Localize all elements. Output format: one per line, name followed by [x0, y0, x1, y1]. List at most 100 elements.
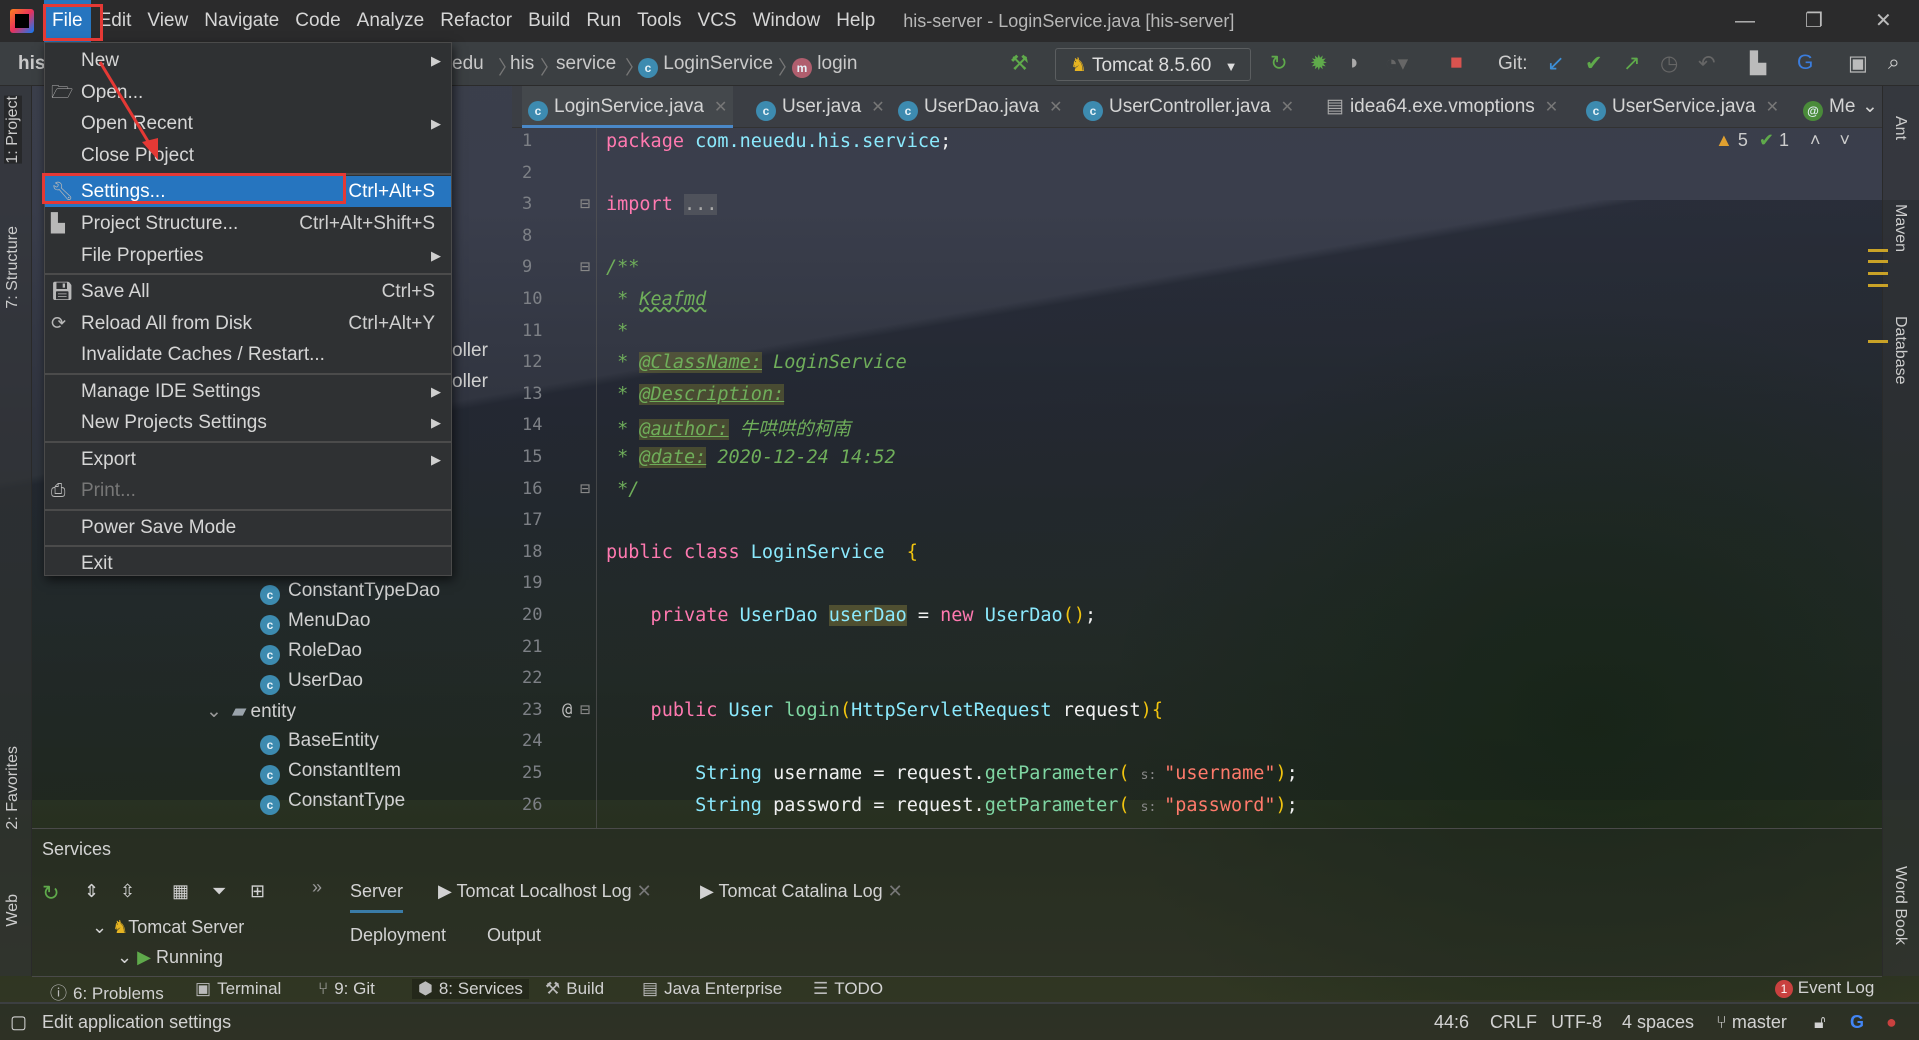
- tab-tomcat-catalina-log[interactable]: ▶ Tomcat Catalina Log ✕: [700, 881, 903, 902]
- tool-window-web[interactable]: Web: [4, 894, 22, 927]
- tab-server[interactable]: Server: [350, 881, 404, 913]
- menu-item-invalidate-caches-restart[interactable]: Invalidate Caches / Restart...: [45, 339, 451, 370]
- tab-user-java[interactable]: c User.java ✕: [750, 86, 891, 128]
- toggle-tool-windows-icon[interactable]: ▢: [10, 1012, 27, 1033]
- tool-window-word-book[interactable]: Word Book: [1891, 866, 1909, 945]
- menu-item-power-save-mode[interactable]: Power Save Mode: [45, 512, 451, 543]
- tool-window-build[interactable]: ⚒ Build: [545, 979, 604, 999]
- tree-folder-entity[interactable]: ⌄ ▰ entity: [206, 700, 296, 723]
- tree-item-BaseEntity[interactable]: c BaseEntity: [260, 730, 379, 755]
- menu-item-new-projects-settings[interactable]: New Projects Settings ▶: [45, 407, 451, 438]
- menu-refactor[interactable]: Refactor: [432, 0, 520, 42]
- close-icon[interactable]: ✕: [637, 881, 652, 901]
- indent-setting[interactable]: 4 spaces: [1622, 1012, 1694, 1033]
- tree-item-partial[interactable]: oller: [452, 340, 488, 362]
- code-line[interactable]: * @ClassName: LoginService: [606, 352, 907, 374]
- filter-icon[interactable]: ⏷: [212, 881, 226, 902]
- menu-file[interactable]: File: [44, 0, 91, 42]
- tree-item-partial[interactable]: oller: [452, 371, 488, 393]
- tool-window-database[interactable]: Database: [1891, 316, 1909, 385]
- menu-item-open[interactable]: 🗁︎ Open...: [45, 77, 451, 108]
- close-tab-icon[interactable]: ✕: [1281, 99, 1294, 116]
- menu-item-project-structure[interactable]: ▙ Project Structure... Ctrl+Alt+Shift+S: [45, 208, 451, 239]
- next-highlight-icon[interactable]: ˅: [1840, 130, 1851, 150]
- menu-analyze[interactable]: Analyze: [349, 0, 433, 42]
- menu-vcs[interactable]: VCS: [690, 0, 745, 42]
- tab-loginservice-java[interactable]: c LoginService.java ✕: [522, 86, 734, 128]
- breadcrumb-item[interactable]: edu: [452, 53, 484, 75]
- tab-tomcat-localhost-log[interactable]: ▶ Tomcat Localhost Log ✕: [438, 881, 652, 902]
- code-line[interactable]: /**: [606, 257, 639, 278]
- git-update-icon[interactable]: ↙: [1547, 51, 1565, 76]
- code-line[interactable]: String password = request.getParameter( …: [606, 795, 1298, 816]
- tab-userservice-java[interactable]: c UserService.java ✕: [1580, 86, 1785, 128]
- code-line[interactable]: public class LoginService {: [606, 542, 918, 563]
- menu-view[interactable]: View: [139, 0, 196, 42]
- tree-item-tomcat-server[interactable]: ⌄ ♞Tomcat Server: [92, 917, 244, 938]
- more-icon[interactable]: »: [312, 877, 322, 898]
- debug-icon[interactable]: ✹: [1310, 51, 1328, 76]
- menu-item-file-properties[interactable]: File Properties ▶: [45, 240, 451, 271]
- code-line[interactable]: String username = request.getParameter( …: [606, 763, 1298, 784]
- scroll-marker[interactable]: [1868, 260, 1888, 263]
- menu-run[interactable]: Run: [578, 0, 629, 42]
- minimize-button[interactable]: —: [1735, 0, 1755, 42]
- tool-window-java-enterprise[interactable]: ▤ Java Enterprise: [642, 979, 782, 999]
- subtab-deployment[interactable]: Deployment: [350, 925, 446, 946]
- git-history-icon[interactable]: ◷: [1660, 51, 1678, 76]
- scroll-marker[interactable]: [1868, 272, 1888, 275]
- menu-item-export[interactable]: Export ▶: [45, 444, 451, 475]
- caret-position[interactable]: 44:6: [1434, 1012, 1469, 1033]
- tool-window-maven[interactable]: Maven: [1891, 204, 1909, 252]
- menu-item-exit[interactable]: Exit: [45, 548, 451, 579]
- search-icon[interactable]: ⌕: [1888, 51, 1900, 75]
- lock-icon[interactable]: 🔓︎: [1814, 1012, 1826, 1033]
- tool-window-problems[interactable]: ⓘ 6: Problems: [50, 979, 164, 1004]
- close-window-button[interactable]: ✕: [1875, 0, 1892, 42]
- tool-window-structure[interactable]: 7: Structure: [4, 226, 22, 309]
- tool-window-git[interactable]: ⑂ 9: Git: [318, 979, 375, 999]
- tree-item-ConstantItem[interactable]: c ConstantItem: [260, 760, 401, 785]
- code-line[interactable]: package com.neuedu.his.service;: [606, 131, 951, 152]
- breadcrumb-method[interactable]: m login: [792, 53, 857, 78]
- breadcrumb-class[interactable]: c LoginService: [638, 53, 773, 78]
- git-rollback-icon[interactable]: ↶: [1698, 51, 1716, 76]
- breadcrumb-item[interactable]: his: [510, 53, 534, 75]
- tool-window-todo[interactable]: ☰ TODO: [813, 979, 883, 999]
- fold-marker-icon[interactable]: ⊟: [580, 479, 610, 499]
- git-push-icon[interactable]: ↗: [1623, 51, 1641, 76]
- code-line[interactable]: */: [606, 479, 639, 500]
- tab-idea64-exe-vmoptions[interactable]: ▤ idea64.exe.vmoptions ✕: [1320, 86, 1564, 128]
- git-commit-icon[interactable]: ✔: [1585, 51, 1603, 76]
- code-editor[interactable]: 1 package com.neuedu.his.service; 2 3 import…: [512, 128, 1882, 828]
- group-by-icon[interactable]: ▦: [172, 881, 189, 902]
- git-branch[interactable]: ⑂ master: [1716, 1012, 1787, 1033]
- menu-item-open-recent[interactable]: Open Recent ▶: [45, 108, 451, 139]
- menu-build[interactable]: Build: [520, 0, 578, 42]
- menu-edit[interactable]: Edit: [91, 0, 140, 42]
- rerun-icon[interactable]: ↻: [1270, 51, 1288, 76]
- code-line[interactable]: * @Description:: [606, 383, 785, 405]
- fold-marker-icon[interactable]: ⊟: [580, 257, 610, 277]
- previous-highlight-icon[interactable]: ˄: [1810, 130, 1821, 150]
- menu-item-new[interactable]: New ▶: [45, 45, 451, 76]
- breadcrumb-item[interactable]: service: [556, 53, 616, 75]
- menu-item-settings[interactable]: 🔧︎ Settings... Ctrl+Alt+S: [45, 176, 451, 207]
- tool-window-ant[interactable]: Ant: [1891, 116, 1909, 140]
- menu-item-save-all[interactable]: 💾︎ Save All Ctrl+S: [45, 276, 451, 307]
- tree-item-MenuDao[interactable]: c MenuDao: [260, 610, 370, 635]
- scroll-marker[interactable]: [1868, 284, 1888, 287]
- coverage-icon[interactable]: ◗: [1348, 51, 1361, 75]
- close-icon[interactable]: ✕: [888, 881, 903, 901]
- inspection-widget[interactable]: ▲ 5 ✔ 1 ˄ ˅: [1715, 130, 1875, 166]
- restore-button[interactable]: ❐: [1805, 0, 1823, 42]
- tool-window-project[interactable]: 1: Project: [4, 96, 22, 164]
- event-log-button[interactable]: 1 Event Log: [1775, 978, 1874, 998]
- code-line[interactable]: *: [606, 321, 628, 342]
- subtab-output[interactable]: Output: [487, 925, 541, 946]
- project-structure-icon[interactable]: ▙: [1750, 51, 1766, 76]
- run-configuration-dropdown[interactable]: ♞ Tomcat 8.5.60 ▼: [1055, 48, 1251, 81]
- code-line[interactable]: import ...: [606, 194, 718, 216]
- close-tab-icon[interactable]: ✕: [714, 99, 727, 116]
- tree-item-running[interactable]: ⌄ ▶ Running: [117, 947, 223, 968]
